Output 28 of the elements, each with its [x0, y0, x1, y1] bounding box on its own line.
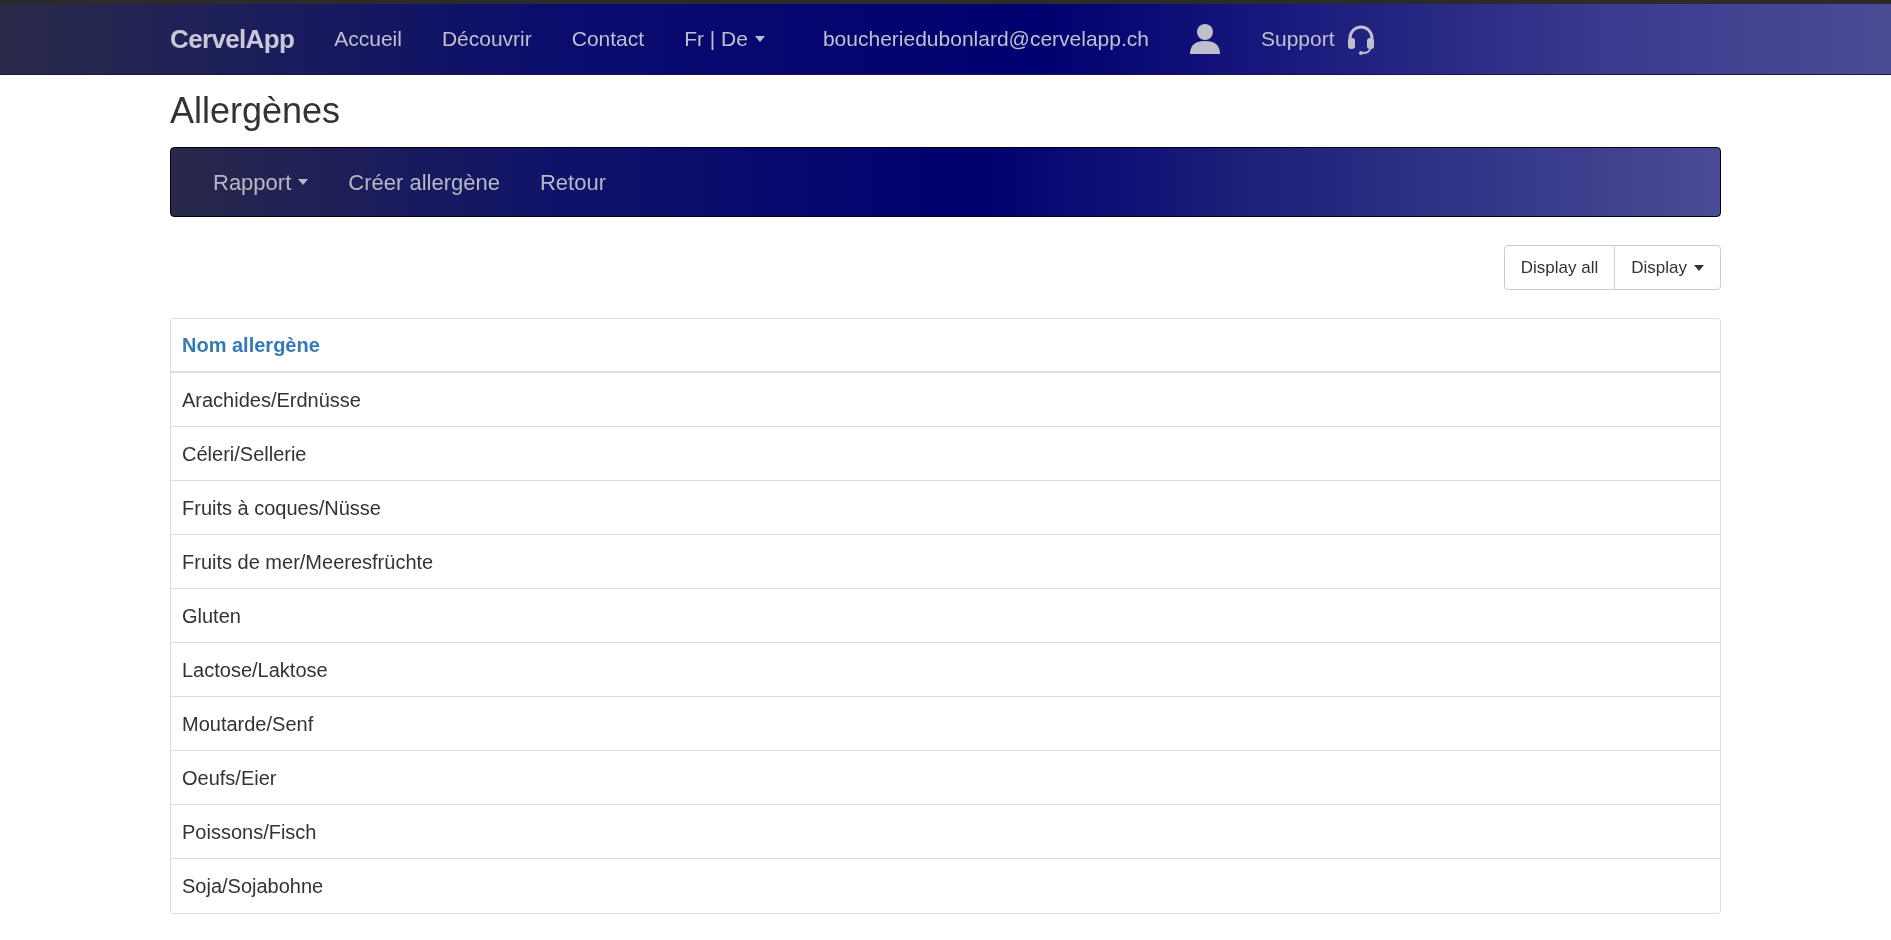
- display-all-button[interactable]: Display all: [1503, 245, 1616, 290]
- report-dropdown[interactable]: Rapport: [213, 165, 309, 199]
- support-link[interactable]: Support: [1261, 23, 1377, 55]
- brand-logo[interactable]: CervelApp: [170, 19, 295, 59]
- nav-link[interactable]: Découvrir: [441, 23, 532, 55]
- table-cell-text: Oeufs/Eier: [182, 765, 277, 791]
- display-dropdown[interactable]: Display: [1614, 245, 1721, 290]
- table-cell-text: Céleri/Sellerie: [182, 441, 307, 467]
- table-cell-text: Lactose/Laktose: [182, 657, 328, 683]
- column-header[interactable]: Nom allergène: [182, 330, 320, 360]
- subnav-link[interactable]: Créer allergène: [348, 165, 500, 199]
- table-cell-text: Arachides/Erdnüsse: [182, 387, 361, 413]
- table-cell-text: Soja/Sojabohne: [182, 874, 324, 899]
- caret-icon: [1694, 264, 1704, 271]
- nav-link[interactable]: Contact: [571, 23, 645, 55]
- language-dropdown[interactable]: Fr | De: [684, 23, 765, 55]
- subnav-link[interactable]: Retour: [539, 165, 606, 199]
- table-cell-text: Moutarde/Senf: [182, 711, 314, 737]
- table-cell-text: Poissons/Fisch: [182, 819, 317, 845]
- caret-icon: [298, 179, 309, 185]
- table-cell-text: Gluten: [182, 603, 241, 629]
- page-title: Allergènes: [170, 89, 342, 133]
- nav-link[interactable]: boucheriedubonlard@cervelapp.ch: [822, 23, 1149, 55]
- table-cell-text: Fruits de mer/Meeresfrüchte: [182, 549, 434, 575]
- caret-icon: [754, 36, 765, 42]
- user-icon[interactable]: [1189, 23, 1221, 55]
- nav-link[interactable]: Accueil: [334, 23, 402, 55]
- table-cell-text: Fruits à coques/Nüsse: [182, 495, 381, 521]
